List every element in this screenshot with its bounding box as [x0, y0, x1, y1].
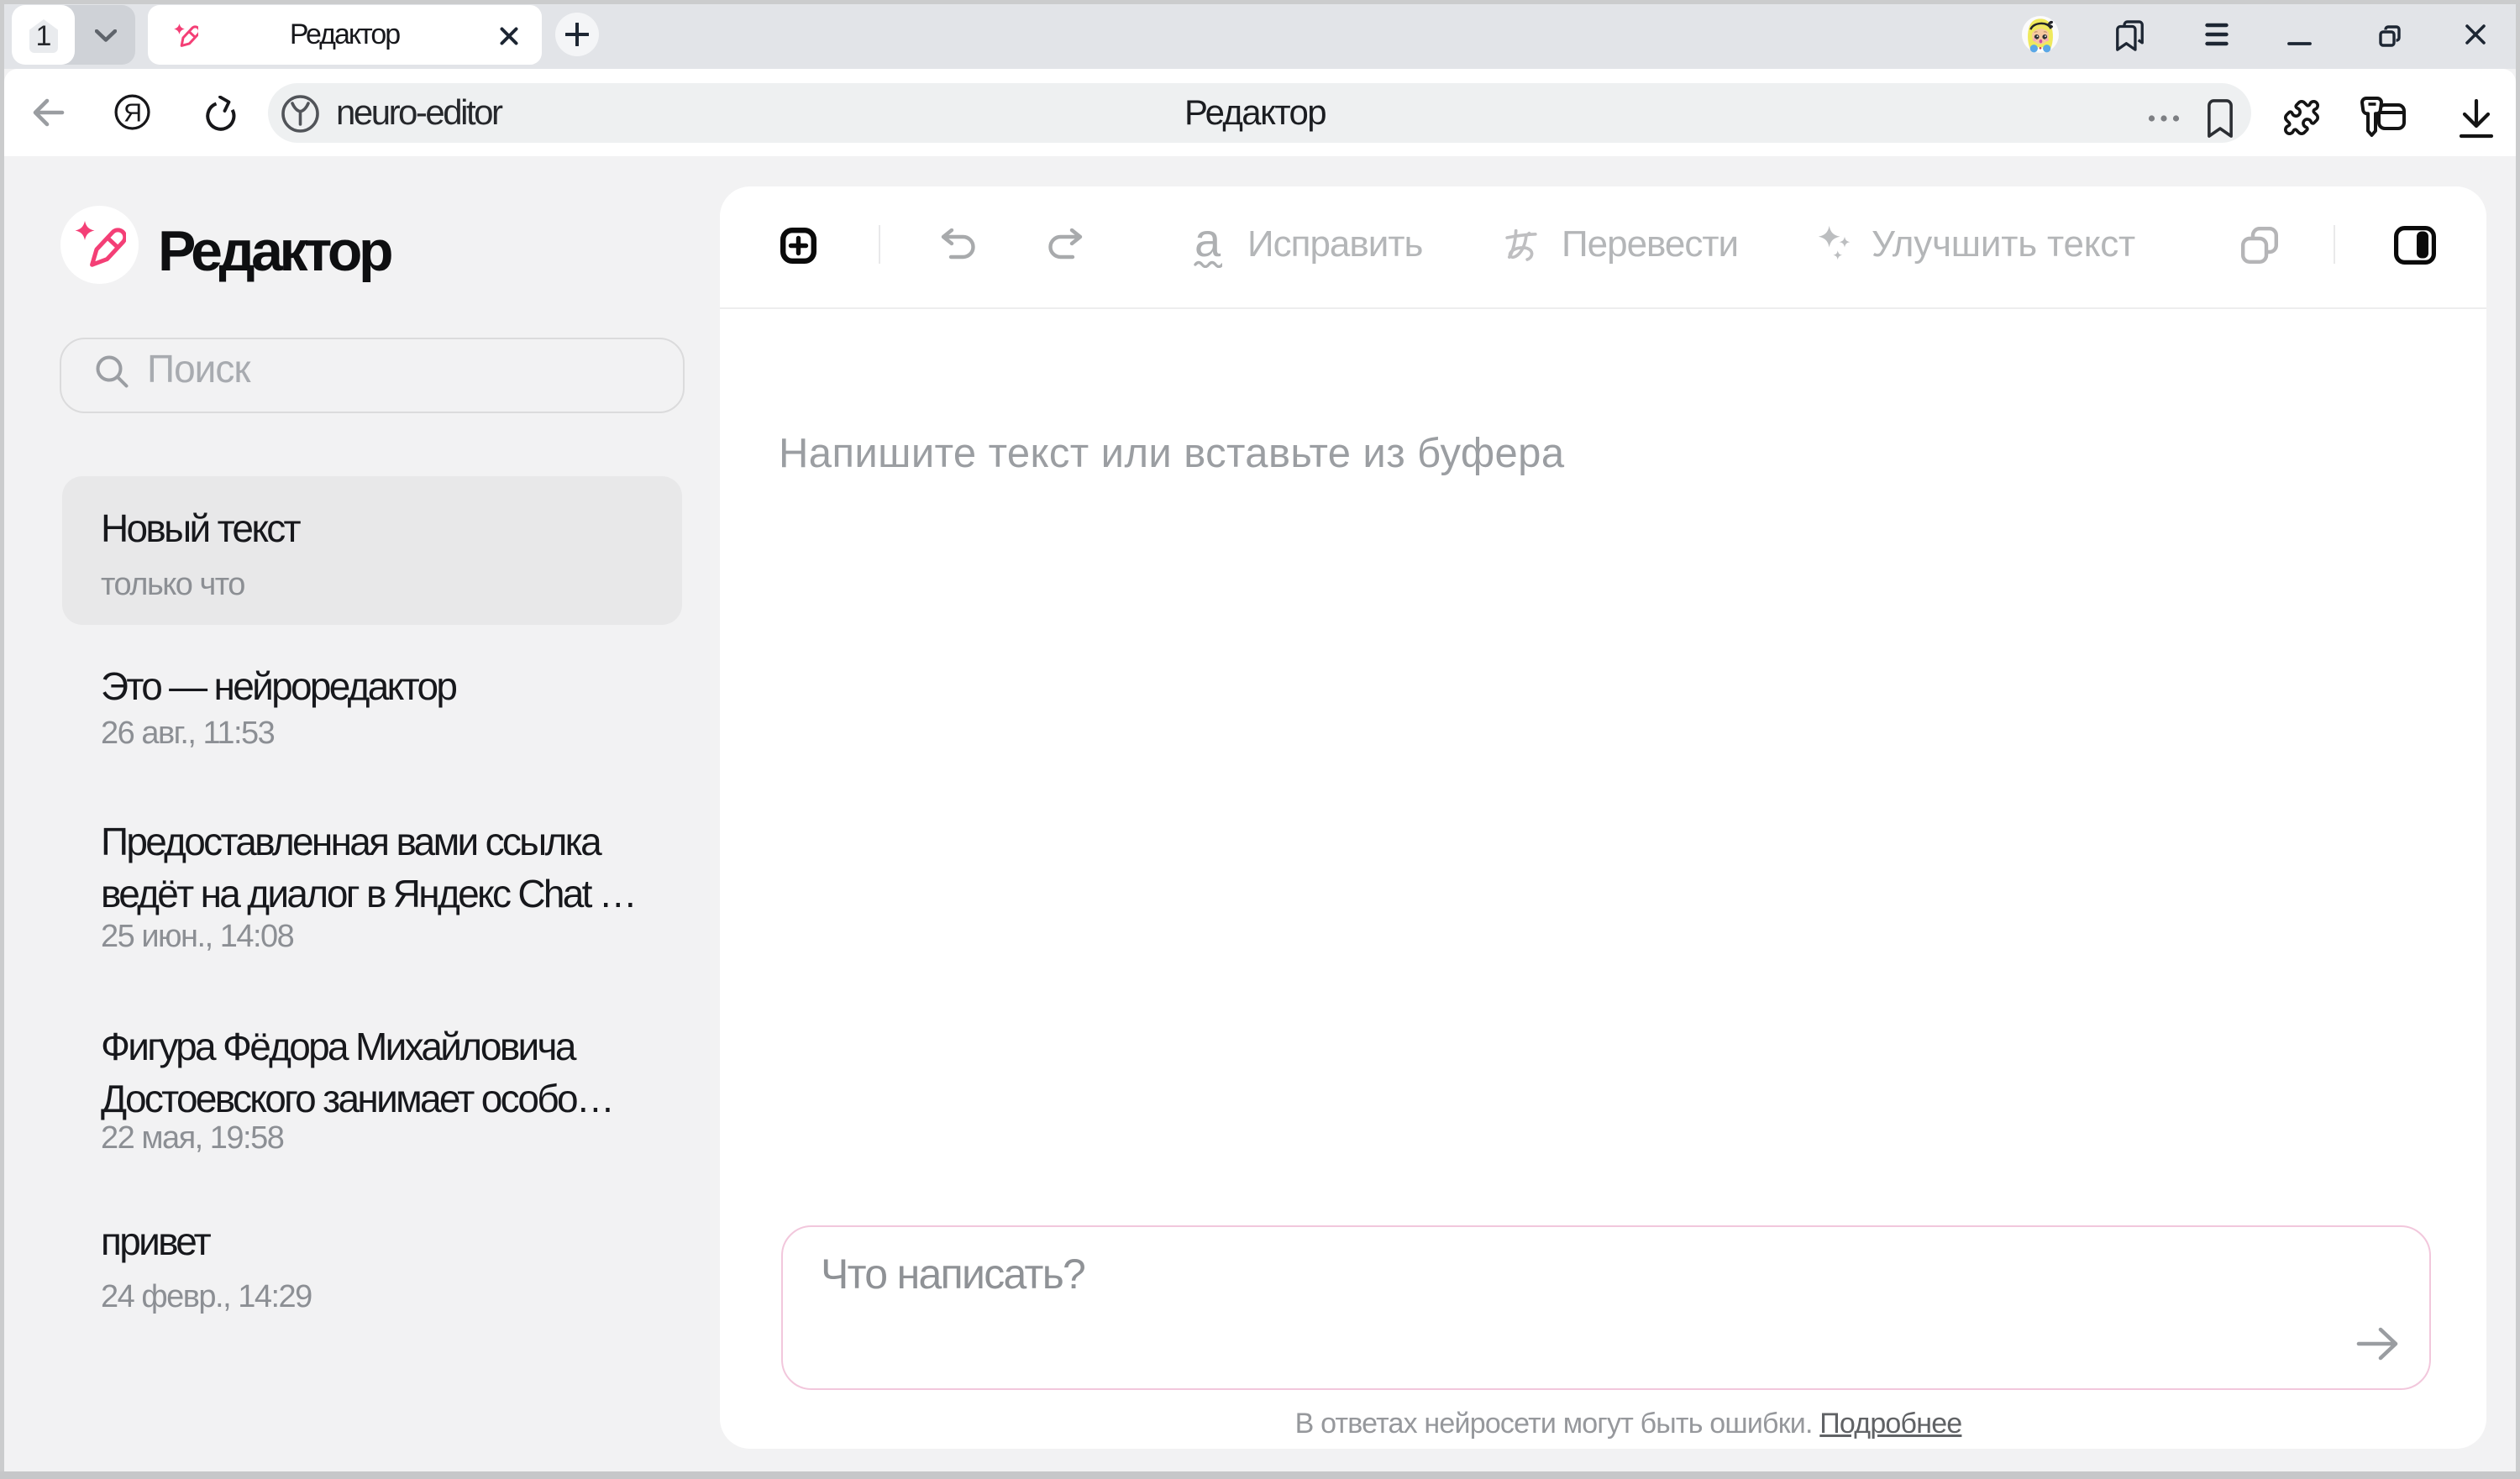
svg-text:1: 1: [36, 20, 52, 52]
svg-text:Я: Я: [123, 99, 142, 128]
